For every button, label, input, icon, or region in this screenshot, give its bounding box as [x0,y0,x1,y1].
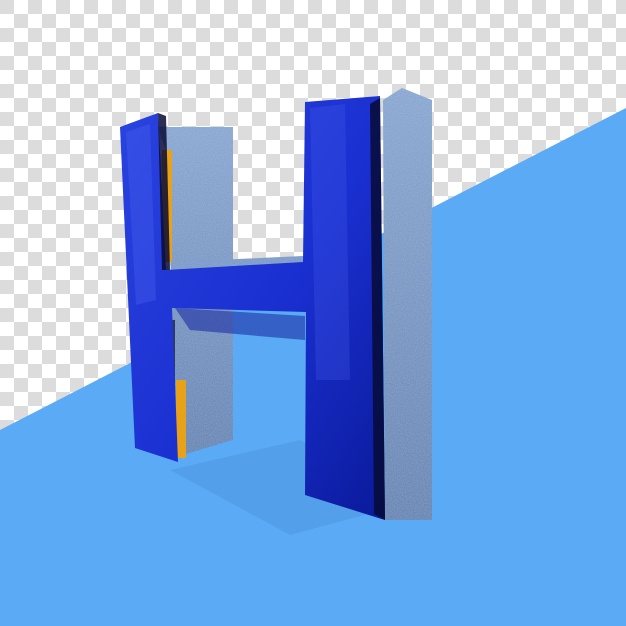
right-column-texture [383,88,432,520]
orange-accent-lower [176,380,186,458]
right-highlight [310,104,350,380]
letter-h-scene [0,0,626,626]
